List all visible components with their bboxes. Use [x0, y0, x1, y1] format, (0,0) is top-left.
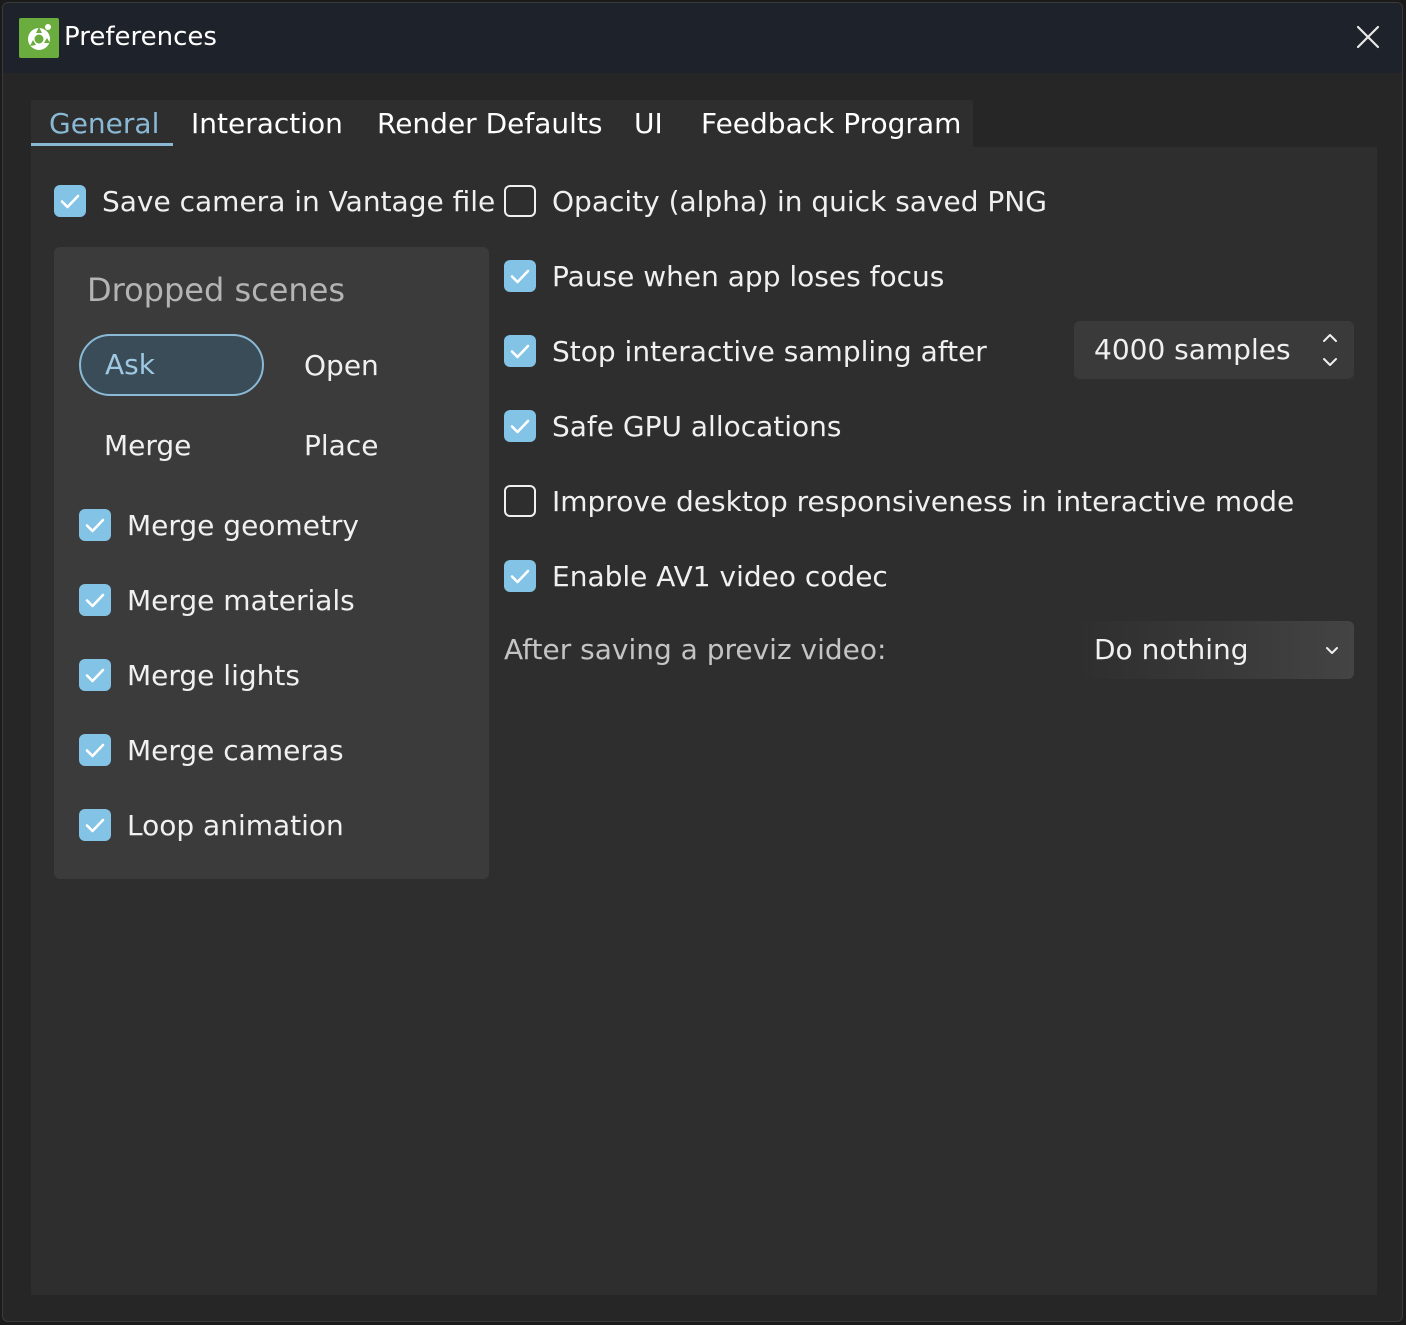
preferences-window: Preferences General Interaction Render D…: [2, 2, 1403, 1322]
av1-codec-label: Enable AV1 video codec: [552, 559, 888, 593]
check-icon: [79, 734, 111, 766]
checkbox-empty-icon: [504, 485, 536, 517]
av1-codec-checkbox[interactable]: Enable AV1 video codec: [504, 556, 888, 596]
safe-gpu-checkbox[interactable]: Safe GPU allocations: [504, 406, 842, 446]
tab-feedback-program[interactable]: Feedback Program: [701, 100, 961, 148]
dropped-option-place[interactable]: Place: [304, 415, 378, 477]
samples-spinbox[interactable]: 4000 samples: [1074, 321, 1354, 379]
vantage-logo-icon: [19, 18, 59, 58]
safe-gpu-label: Safe GPU allocations: [552, 409, 842, 443]
dropped-option-ask[interactable]: Ask: [79, 334, 264, 396]
previz-label: After saving a previz video:: [504, 633, 887, 666]
merge-cameras-checkbox[interactable]: Merge cameras: [79, 730, 344, 770]
dropped-option-open[interactable]: Open: [304, 335, 379, 397]
merge-cameras-label: Merge cameras: [127, 733, 344, 767]
dropped-scenes-group: Dropped scenes Ask Open Merge Place Merg…: [54, 247, 489, 879]
merge-materials-label: Merge materials: [127, 583, 355, 617]
stop-sampling-label: Stop interactive sampling after: [552, 334, 987, 368]
desktop-responsiveness-checkbox[interactable]: Improve desktop responsiveness in intera…: [504, 481, 1294, 521]
opacity-alpha-label: Opacity (alpha) in quick saved PNG: [552, 184, 1047, 218]
tab-general[interactable]: General: [49, 100, 159, 148]
check-icon: [79, 809, 111, 841]
merge-geometry-checkbox[interactable]: Merge geometry: [79, 505, 359, 545]
stop-sampling-checkbox[interactable]: Stop interactive sampling after: [504, 331, 987, 371]
previz-value: Do nothing: [1094, 633, 1249, 666]
chevron-up-down-icon[interactable]: [1318, 325, 1342, 375]
close-icon: [1356, 25, 1380, 49]
dropped-scenes-title: Dropped scenes: [87, 271, 346, 309]
opacity-alpha-checkbox[interactable]: Opacity (alpha) in quick saved PNG: [504, 181, 1047, 221]
desktop-responsiveness-label: Improve desktop responsiveness in intera…: [552, 484, 1295, 518]
active-tab-indicator: [31, 143, 173, 146]
check-icon: [504, 260, 536, 292]
previz-dropdown[interactable]: Do nothing: [1074, 621, 1354, 679]
tab-bar: General Interaction Render Defaults UI F…: [31, 100, 973, 148]
merge-lights-checkbox[interactable]: Merge lights: [79, 655, 300, 695]
pause-focus-label: Pause when app loses focus: [552, 259, 945, 293]
dropped-option-merge[interactable]: Merge: [104, 415, 191, 477]
tab-interaction[interactable]: Interaction: [191, 100, 343, 148]
chevron-down-icon: [1326, 647, 1338, 654]
tab-render-defaults[interactable]: Render Defaults: [377, 100, 602, 148]
merge-materials-checkbox[interactable]: Merge materials: [79, 580, 355, 620]
save-camera-label: Save camera in Vantage file: [102, 184, 496, 218]
loop-animation-label: Loop animation: [127, 808, 344, 842]
title-bar: Preferences: [3, 3, 1402, 73]
check-icon: [504, 335, 536, 367]
close-button[interactable]: [1348, 17, 1388, 57]
window-title: Preferences: [64, 22, 217, 52]
check-icon: [504, 560, 536, 592]
loop-animation-checkbox[interactable]: Loop animation: [79, 805, 344, 845]
check-icon: [79, 584, 111, 616]
save-camera-checkbox[interactable]: Save camera in Vantage file: [54, 181, 495, 221]
check-icon: [504, 410, 536, 442]
checkbox-empty-icon: [504, 185, 536, 217]
merge-lights-label: Merge lights: [127, 658, 300, 692]
pause-focus-checkbox[interactable]: Pause when app loses focus: [504, 256, 944, 296]
merge-geometry-label: Merge geometry: [127, 508, 359, 542]
check-icon: [79, 509, 111, 541]
tab-ui[interactable]: UI: [634, 100, 663, 148]
check-icon: [54, 185, 86, 217]
check-icon: [79, 659, 111, 691]
samples-value: 4000 samples: [1094, 333, 1291, 366]
